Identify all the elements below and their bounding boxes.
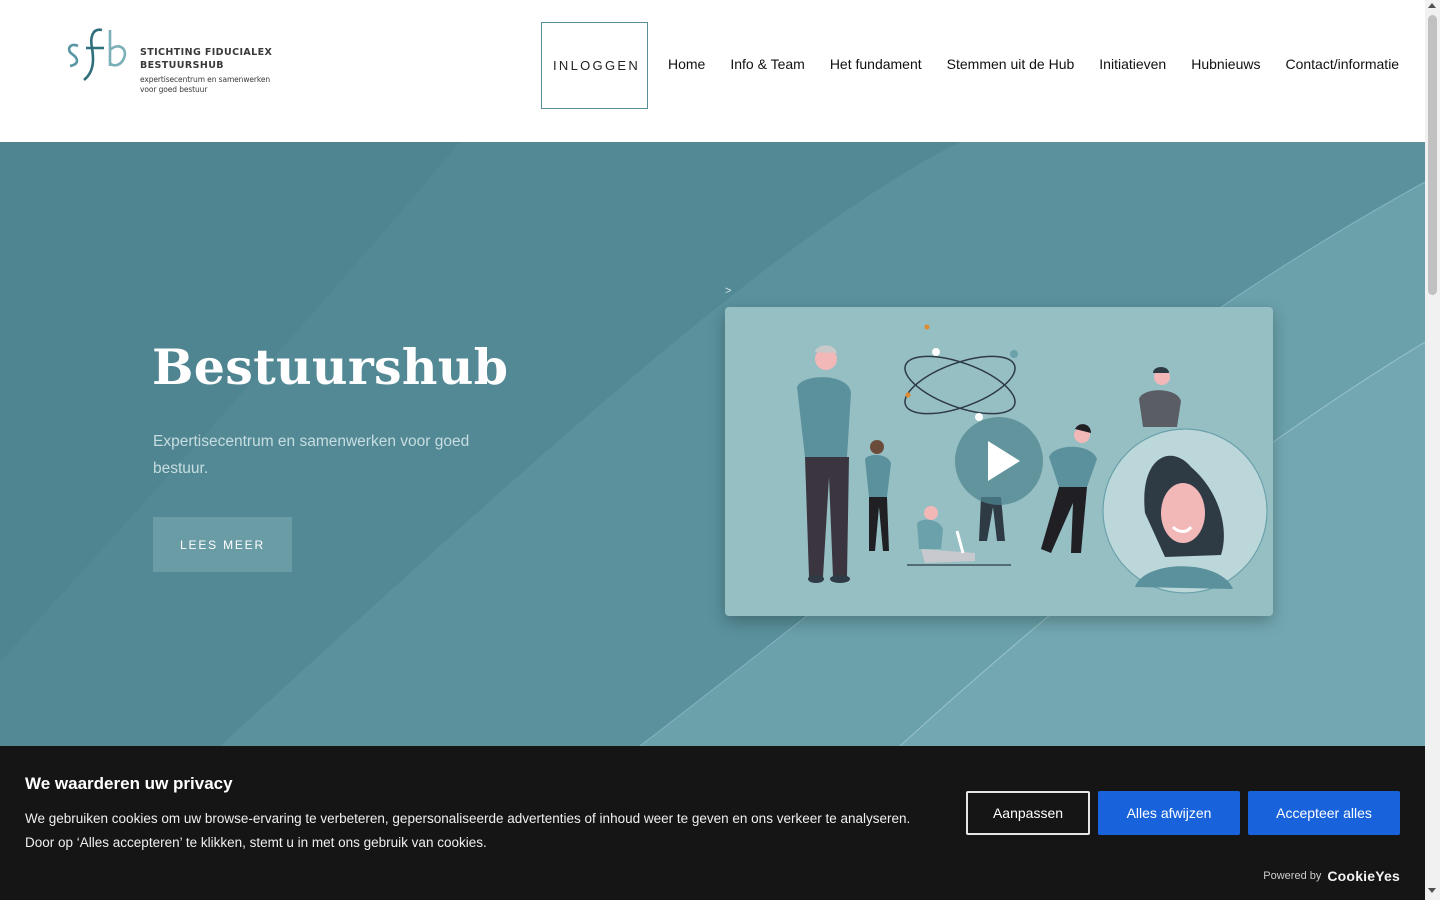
nav-item-stemmen[interactable]: Stemmen uit de Hub	[947, 56, 1075, 72]
logo-name-line1: STICHTING FIDUCIALEX	[140, 47, 273, 58]
stray-text: >	[725, 285, 732, 297]
powered-by: Powered by CookieYes	[1263, 868, 1400, 884]
nav-item-contact[interactable]: Contact/informatie	[1285, 56, 1399, 72]
page-scrollbar[interactable]	[1425, 0, 1440, 900]
cookie-banner-text: We gebruiken cookies om uw browse-ervari…	[25, 807, 935, 855]
powered-by-label: Powered by	[1263, 870, 1322, 882]
site-logo[interactable]: STICHTING FIDUCIALEX BESTUURSHUB experti…	[64, 26, 274, 102]
video-thumbnail[interactable]	[725, 307, 1273, 616]
nav-item-hubnieuws[interactable]: Hubnieuws	[1191, 56, 1260, 72]
chevron-down-icon[interactable]	[1428, 888, 1436, 893]
sfb-logo-mark	[67, 28, 127, 82]
cookie-text-line2: Door op ‘Alles accepteren’ te klikken, s…	[25, 835, 487, 850]
chevron-up-icon[interactable]	[1428, 3, 1436, 8]
cookie-banner-title: We waarderen uw privacy	[25, 774, 233, 793]
nav-item-home[interactable]: Home	[668, 56, 705, 72]
logo-tagline-line1: expertisecentrum en samenwerken	[140, 75, 270, 84]
hero-section: Bestuurshub Expertisecentrum en samenwer…	[0, 142, 1425, 746]
nav-item-fundament[interactable]: Het fundament	[830, 56, 922, 72]
reject-all-button[interactable]: Alles afwijzen	[1098, 791, 1240, 835]
hero-title: Bestuurshub	[152, 338, 509, 396]
play-icon[interactable]	[955, 417, 1043, 505]
nav-item-initiatieven[interactable]: Initiatieven	[1099, 56, 1166, 72]
cookieyes-logo[interactable]: CookieYes	[1327, 868, 1400, 884]
hero-subtitle: Expertisecentrum en samenwerken voor goe…	[153, 433, 470, 477]
customize-button[interactable]: Aanpassen	[966, 791, 1090, 835]
logo-tagline-line2: voor goed bestuur	[140, 85, 208, 94]
main-nav: Home Info & Team Het fundament Stemmen u…	[668, 56, 1399, 72]
cookie-banner: We waarderen uw privacy We gebruiken coo…	[0, 746, 1425, 900]
logo-text: STICHTING FIDUCIALEX BESTUURSHUB experti…	[140, 46, 272, 95]
logo-name-line2: BESTUURSHUB	[140, 60, 224, 71]
login-button[interactable]: INLOGGEN	[541, 22, 648, 109]
cookie-text-line1: We gebruiken cookies om uw browse-ervari…	[25, 811, 911, 826]
accept-all-button[interactable]: Accepteer alles	[1248, 791, 1400, 835]
site-header: STICHTING FIDUCIALEX BESTUURSHUB experti…	[0, 0, 1425, 142]
scrollbar-thumb[interactable]	[1428, 15, 1437, 295]
nav-item-info-team[interactable]: Info & Team	[730, 56, 804, 72]
read-more-button[interactable]: LEES MEER	[153, 517, 292, 572]
